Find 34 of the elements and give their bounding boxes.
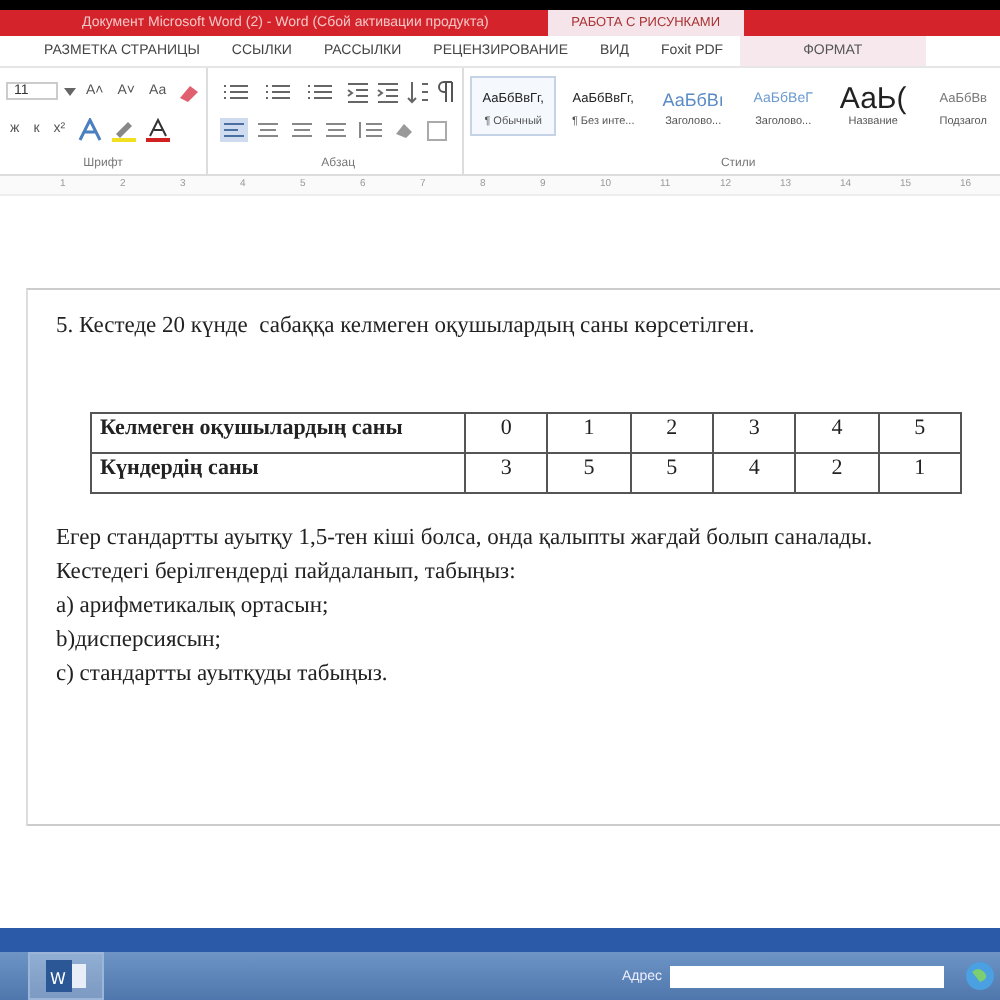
line-spacing-icon[interactable] bbox=[356, 117, 385, 142]
table-cell: 4 bbox=[712, 453, 796, 494]
paragraph-text: b)дисперсиясын; bbox=[56, 626, 223, 657]
table-cell: 5 bbox=[547, 453, 631, 494]
indent-icon[interactable] bbox=[376, 79, 401, 104]
paragraph-text: a) арифметикалық ортасын; bbox=[56, 592, 331, 623]
text-effects-icon[interactable] bbox=[75, 117, 104, 142]
align-icon[interactable] bbox=[322, 117, 351, 142]
table-cell: 2 bbox=[630, 413, 713, 454]
align-left-icon[interactable] bbox=[220, 117, 249, 142]
caret-icon[interactable] bbox=[64, 85, 76, 98]
sort-icon[interactable] bbox=[406, 79, 431, 104]
question-text: 5. Кестеде 20 күнде сабаққа келмеген оқушылардың саны көрсетілген. bbox=[56, 314, 757, 339]
paragraph-text: c) стандартты ауытқуды табыңыз. bbox=[56, 660, 390, 691]
table-cell: 1 bbox=[878, 453, 961, 494]
table-cell: 0 bbox=[465, 413, 548, 454]
table-cell: 5 bbox=[630, 453, 713, 494]
paragraph-text: Егер стандартты ауытқу 1,5-тен кіші болса, онда қалыпты жағдай болып саналады. Кестедегі берілгендерді пайдаланып, табыңыз: bbox=[56, 524, 875, 589]
font-color-icon[interactable] bbox=[143, 117, 172, 142]
align-icon[interactable] bbox=[254, 117, 283, 142]
globe-icon[interactable] bbox=[964, 960, 996, 992]
table-cell: 3 bbox=[465, 453, 548, 494]
table-cell: 2 bbox=[795, 453, 879, 494]
pilcrow-icon[interactable] bbox=[436, 79, 457, 104]
table-cell: 1 bbox=[547, 413, 631, 454]
table-cell: Күндердің саны bbox=[91, 453, 465, 494]
table-cell: 4 bbox=[795, 413, 879, 454]
table-cell: 3 bbox=[712, 413, 796, 454]
address-field[interactable] bbox=[670, 965, 944, 987]
borders-icon[interactable] bbox=[424, 117, 453, 142]
table-cell: 5 bbox=[878, 413, 961, 454]
indent-icon[interactable] bbox=[346, 79, 371, 104]
align-icon[interactable] bbox=[288, 117, 317, 142]
table-cell: Келмеген оқушылардың саны bbox=[91, 413, 465, 454]
